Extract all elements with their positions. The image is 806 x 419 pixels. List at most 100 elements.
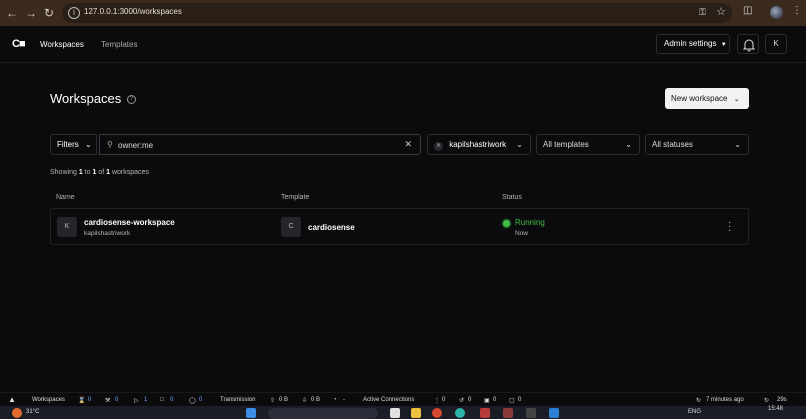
browser-toolbar: ← → ↻ i 127.0.0.1:3000/workspaces ⚿ ☆ ◫ … bbox=[0, 0, 806, 26]
more-options-icon[interactable]: · · · bbox=[728, 218, 731, 236]
arrow-left-icon[interactable]: ← bbox=[5, 6, 19, 20]
template-filter-value: All templates bbox=[543, 140, 589, 149]
building-count: 0 bbox=[115, 397, 119, 403]
address-bar[interactable]: i 127.0.0.1:3000/workspaces ⚿ ☆ bbox=[62, 3, 732, 23]
filters-label: Filters bbox=[57, 140, 79, 149]
template-avatar: C bbox=[281, 217, 301, 237]
language-indicator[interactable]: ENG bbox=[688, 409, 701, 415]
terminal-app-icon[interactable] bbox=[526, 408, 536, 418]
jetbrains-count: 0 bbox=[468, 397, 472, 403]
ssh-icon: ▢ bbox=[509, 398, 515, 404]
nav-templates[interactable]: Templates bbox=[101, 40, 137, 49]
last-updated-icon: ↻ bbox=[696, 398, 702, 404]
status-filter-select[interactable]: All statuses ⌄ bbox=[645, 134, 749, 155]
help-icon[interactable]: ? bbox=[127, 95, 136, 104]
search-input[interactable] bbox=[118, 138, 398, 152]
running-count: 1 bbox=[144, 397, 148, 403]
transmission-download: 0 B bbox=[311, 397, 321, 403]
url-text: 127.0.0.1:3000/workspaces bbox=[84, 7, 182, 16]
chevron-down-icon: ⌄ bbox=[85, 140, 92, 149]
column-header-status: Status bbox=[502, 194, 522, 201]
arrow-right-icon[interactable]: → bbox=[24, 6, 38, 20]
results-of-word: of bbox=[98, 169, 105, 176]
bell-icon bbox=[742, 39, 756, 52]
app-header: C■ Workspaces Templates Admin settings ▼… bbox=[0, 26, 806, 63]
bookmark-star-icon[interactable]: ☆ bbox=[716, 5, 726, 18]
refresh-countdown: 29s bbox=[777, 397, 787, 403]
site-info-icon[interactable]: i bbox=[68, 7, 80, 19]
workspace-name[interactable]: cardiosense-workspace bbox=[84, 218, 175, 227]
chevron-down-icon: ⌄ bbox=[516, 140, 523, 149]
clear-search-icon[interactable]: ✕ bbox=[404, 139, 412, 150]
clock[interactable]: 15:48 bbox=[768, 406, 783, 412]
remove-owner-icon[interactable]: ✕ bbox=[434, 142, 443, 151]
vscode-icon: ⋮ bbox=[434, 398, 440, 404]
pending-count: 0 bbox=[88, 397, 92, 403]
transmission-label: Transmission bbox=[220, 397, 256, 403]
statusbar-workspaces-label[interactable]: Workspaces bbox=[32, 397, 65, 403]
last-updated: 7 minutes ago bbox=[706, 397, 744, 403]
workspace-avatar: K bbox=[57, 217, 77, 237]
admin-settings-button[interactable]: Admin settings ▼ bbox=[656, 34, 730, 54]
new-workspace-label: New workspace bbox=[671, 94, 728, 103]
password-key-icon[interactable]: ⚿ bbox=[699, 7, 706, 18]
nav-workspaces[interactable]: Workspaces bbox=[40, 40, 84, 49]
profile-avatar[interactable] bbox=[770, 6, 783, 19]
template-filter-select[interactable]: All templates ⌄ bbox=[536, 134, 640, 155]
chevron-down-icon: ⌄ bbox=[734, 140, 741, 149]
owner-filter-value: kapilshastriwork bbox=[449, 140, 507, 149]
weather-icon bbox=[12, 408, 22, 418]
results-count: Showing 1 to 1 of 1 workspaces bbox=[50, 169, 149, 176]
user-menu-button[interactable]: K bbox=[765, 34, 787, 54]
weather-temp: 31°C bbox=[26, 409, 40, 415]
results-total: 1 bbox=[106, 169, 111, 176]
stopped-count: 0 bbox=[170, 397, 174, 403]
failed-icon: ◯ bbox=[189, 398, 196, 404]
status-text: Running bbox=[515, 218, 545, 227]
new-workspace-button[interactable]: New workspace ⌄ bbox=[665, 88, 749, 109]
refresh-icon[interactable]: ↻ bbox=[764, 397, 769, 404]
results-prefix: Showing bbox=[50, 169, 77, 176]
download-icon: ⇩ bbox=[302, 398, 308, 404]
workspace-owner: kapilshastriwork bbox=[84, 230, 131, 237]
notifications-button[interactable] bbox=[737, 34, 759, 54]
os-taskbar: 31°C ENG 15:48 bbox=[0, 406, 806, 419]
latency-icon: ◔ bbox=[333, 397, 337, 403]
upload-icon: ⇧ bbox=[270, 398, 276, 404]
vscode-count: 0 bbox=[442, 397, 446, 403]
task-view-icon[interactable] bbox=[390, 408, 400, 418]
coder-mark-icon: ▲ bbox=[8, 395, 16, 404]
building-icon: ⚒ bbox=[105, 398, 111, 404]
coder-logo[interactable]: C■ bbox=[12, 38, 26, 50]
results-to-word: to bbox=[84, 169, 91, 176]
edge-icon[interactable] bbox=[455, 408, 465, 418]
file-explorer-icon[interactable] bbox=[411, 408, 421, 418]
results-from: 1 bbox=[78, 169, 83, 176]
status-time: Now bbox=[515, 230, 529, 237]
latency-value: - bbox=[343, 397, 345, 403]
filters-button[interactable]: Filters ⌄ bbox=[50, 134, 97, 155]
search-icon: ⚲ bbox=[107, 140, 113, 149]
vscode-app-icon[interactable] bbox=[549, 408, 559, 418]
owner-filter-select[interactable]: ✕ kapilshastriwork ⌄ bbox=[427, 134, 531, 155]
column-header-name: Name bbox=[56, 194, 75, 201]
active-connections-label: Active Connections bbox=[363, 397, 415, 403]
stopped-icon: □ bbox=[160, 397, 164, 403]
status-running-dot bbox=[503, 220, 510, 227]
reload-icon[interactable]: ↻ bbox=[42, 6, 56, 20]
browser-menu-icon[interactable]: ⋮ bbox=[792, 5, 802, 16]
app-icon-2[interactable] bbox=[503, 408, 513, 418]
failed-count: 0 bbox=[199, 397, 203, 403]
column-header-template: Template bbox=[281, 194, 310, 201]
status-filter-value: All statuses bbox=[652, 140, 693, 149]
windows-start-icon[interactable] bbox=[246, 408, 256, 418]
results-suffix: workspaces bbox=[111, 169, 149, 176]
extensions-icon[interactable]: ◫ bbox=[743, 5, 752, 16]
app-icon[interactable] bbox=[480, 408, 490, 418]
chevron-down-icon: ▼ bbox=[720, 42, 727, 48]
taskbar-search[interactable] bbox=[268, 408, 378, 419]
ssh-count: 0 bbox=[518, 397, 522, 403]
chrome-icon[interactable] bbox=[432, 408, 442, 418]
search-field[interactable]: ⚲ ✕ bbox=[99, 134, 421, 155]
terminal-count: 0 bbox=[493, 397, 497, 403]
